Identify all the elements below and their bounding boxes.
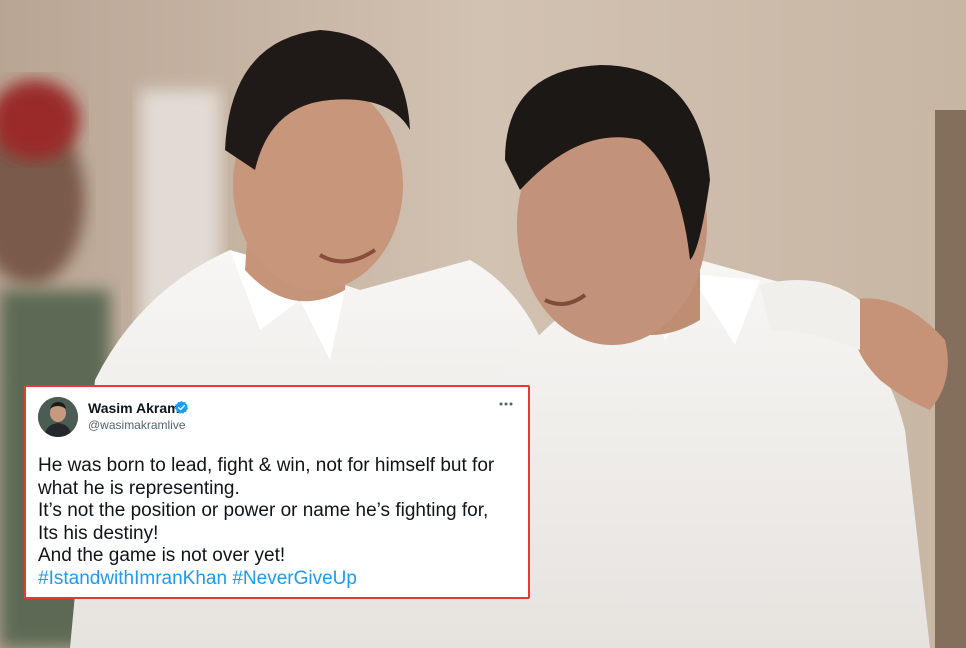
tweet-line: He was born to lead, fight & win, not fo… bbox=[38, 455, 495, 476]
hashtag-line: #IstandwithImranKhan #NeverGiveUp bbox=[38, 568, 524, 591]
tweet-text: He was born to lead, fight & win, not fo… bbox=[38, 455, 524, 591]
tweet-line: what he is representing. bbox=[38, 477, 240, 499]
verified-badge-icon bbox=[174, 400, 189, 414]
avatar[interactable] bbox=[38, 397, 78, 437]
tweet-card: Wasim Akram @wasimakramlive He was born … bbox=[24, 385, 530, 599]
hashtag-link[interactable]: #NeverGiveUp bbox=[232, 568, 357, 589]
tweet-line: And the game is not over yet! bbox=[38, 545, 286, 567]
avatar-image bbox=[38, 397, 78, 437]
more-horizontal-icon[interactable] bbox=[498, 399, 514, 409]
hashtag-link[interactable]: #IstandwithImranKhan bbox=[38, 568, 227, 589]
author-handle[interactable]: @wasimakramlive bbox=[88, 418, 186, 432]
tweet-line: Its his destiny! bbox=[38, 522, 159, 544]
author-name[interactable]: Wasim Akram bbox=[88, 400, 180, 416]
tweet-line: It’s not the position or power or name h… bbox=[38, 500, 489, 522]
